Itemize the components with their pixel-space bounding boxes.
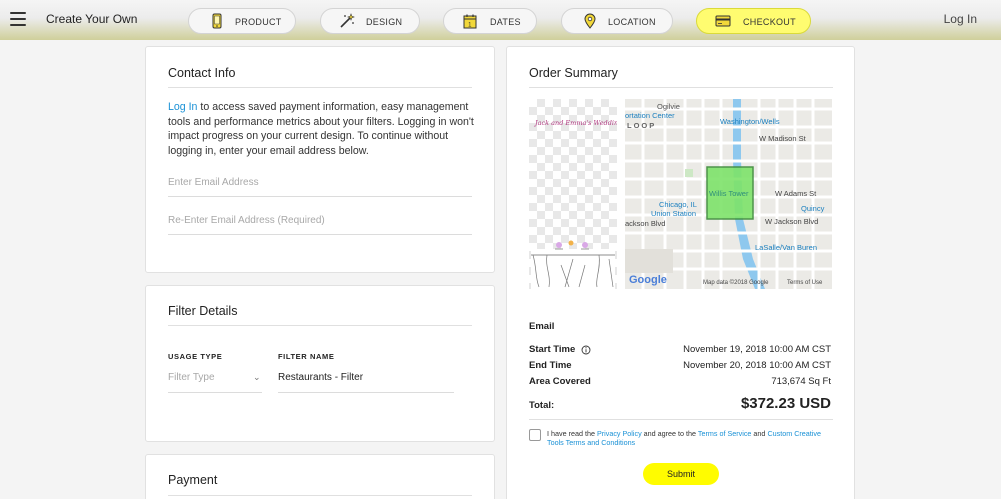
contact-info-card: Contact Info Log In to access saved paym… bbox=[145, 46, 495, 273]
map-label-chicago: Chicago, IL bbox=[659, 200, 697, 209]
divider bbox=[529, 419, 833, 420]
svg-text:1: 1 bbox=[468, 23, 472, 29]
map-label-ogilvie: Ogilvie bbox=[657, 102, 680, 111]
contact-description-text: to access saved payment information, eas… bbox=[168, 101, 474, 157]
app-title: Create Your Own bbox=[46, 12, 138, 26]
map-label-transportation: ortation Center bbox=[625, 111, 675, 120]
contact-description: Log In to access saved payment informati… bbox=[168, 100, 478, 158]
step-checkout-label: CHECKOUT bbox=[743, 17, 796, 27]
divider bbox=[168, 87, 472, 88]
divider bbox=[168, 325, 472, 326]
magic-wand-icon bbox=[340, 13, 355, 28]
map-label-quincy: Quincy bbox=[801, 204, 825, 213]
total-label: Total: bbox=[529, 400, 555, 411]
email-field-underline bbox=[168, 196, 472, 197]
payment-card: Payment bbox=[145, 454, 495, 499]
step-dates[interactable]: 1 DATES bbox=[443, 8, 537, 34]
terms-of-service-link[interactable]: Terms of Service bbox=[698, 429, 752, 438]
step-location[interactable]: LOCATION bbox=[561, 8, 673, 34]
divider bbox=[529, 87, 833, 88]
email-confirm-field[interactable]: Re-Enter Email Address (Required) bbox=[168, 215, 325, 226]
map-label-madison: W Madison St bbox=[759, 134, 806, 143]
email-field[interactable]: Enter Email Address bbox=[168, 177, 259, 188]
end-time-label: End Time bbox=[529, 360, 572, 371]
divider bbox=[168, 495, 472, 496]
step-product[interactable]: PRODUCT bbox=[188, 8, 296, 34]
usage-type-label: USAGE TYPE bbox=[168, 352, 223, 361]
filter-details-card: Filter Details USAGE TYPE Filter Type ⌄ … bbox=[145, 285, 495, 442]
order-summary-title: Order Summary bbox=[529, 66, 618, 80]
contact-info-title: Contact Info bbox=[168, 66, 236, 80]
terms-checkbox[interactable] bbox=[529, 429, 541, 441]
map-label-union: Union Station bbox=[651, 209, 697, 218]
area-covered-value: 713,674 Sq Ft bbox=[771, 376, 831, 387]
email-confirm-field-underline bbox=[168, 234, 472, 235]
start-time-value: November 19, 2018 10:00 AM CST bbox=[683, 344, 831, 355]
map-label-washington: Washington/Wells bbox=[720, 117, 780, 126]
location-map[interactable]: Ogilvie ortation Center LOOP Washington/… bbox=[625, 99, 832, 289]
contact-login-link[interactable]: Log In bbox=[168, 101, 197, 113]
filter-name-input[interactable]: Restaurants - Filter bbox=[278, 372, 363, 383]
hamburger-menu-icon[interactable] bbox=[10, 12, 26, 26]
login-link[interactable]: Log In bbox=[944, 12, 977, 26]
map-data-attribution: Map data ©2018 Google bbox=[703, 280, 769, 286]
step-design[interactable]: DESIGN bbox=[320, 8, 420, 34]
filter-details-title: Filter Details bbox=[168, 304, 238, 318]
chevron-down-icon[interactable]: ⌄ bbox=[253, 372, 261, 383]
submit-button[interactable]: Submit bbox=[643, 463, 719, 485]
location-pin-icon bbox=[584, 13, 596, 29]
terms-middle: and agree to the bbox=[641, 429, 698, 438]
map-terms-link[interactable]: Terms of Use bbox=[787, 280, 822, 286]
credit-card-icon bbox=[715, 15, 731, 27]
email-summary-label: Email bbox=[529, 321, 555, 332]
map-label-adams: W Adams St bbox=[775, 189, 817, 198]
table-illustration bbox=[531, 240, 615, 289]
map-label-lasalle: LaSalle/Van Buren bbox=[755, 243, 817, 252]
phone-icon bbox=[212, 13, 222, 29]
payment-title: Payment bbox=[168, 473, 218, 487]
order-summary-card: Order Summary Jack and Emma's Wedding Og… bbox=[506, 46, 855, 499]
step-checkout[interactable]: CHECKOUT bbox=[696, 8, 811, 34]
start-time-label: Start Time bbox=[529, 344, 576, 355]
end-time-value: November 20, 2018 10:00 AM CST bbox=[683, 360, 831, 371]
filter-preview: Jack and Emma's Wedding bbox=[529, 99, 617, 289]
filter-name-label: FILTER NAME bbox=[278, 352, 335, 361]
calendar-icon: 1 bbox=[463, 14, 477, 29]
step-location-label: LOCATION bbox=[608, 17, 656, 27]
terms-and: and bbox=[751, 429, 768, 438]
usage-type-select[interactable]: Filter Type bbox=[168, 372, 215, 383]
terms-text: I have read the Privacy Policy and agree… bbox=[547, 429, 837, 447]
step-design-label: DESIGN bbox=[366, 17, 403, 27]
top-navigation-bar: Create Your Own PRODUCT DESIGN 1 DATES L… bbox=[0, 0, 1001, 40]
area-covered-label: Area Covered bbox=[529, 376, 591, 387]
step-dates-label: DATES bbox=[490, 17, 521, 27]
map-label-loop: LOOP bbox=[627, 121, 657, 130]
map-label-jackson-left: ackson Blvd bbox=[625, 219, 666, 228]
map-label-willis: Willis Tower bbox=[709, 189, 749, 198]
filter-name-underline bbox=[278, 392, 454, 393]
google-logo: Google bbox=[629, 274, 667, 286]
step-product-label: PRODUCT bbox=[235, 17, 282, 27]
info-icon[interactable] bbox=[581, 345, 591, 355]
usage-type-underline bbox=[168, 392, 262, 393]
map-label-jackson-right: W Jackson Blvd bbox=[765, 217, 819, 226]
total-value: $372.23 USD bbox=[740, 395, 831, 412]
